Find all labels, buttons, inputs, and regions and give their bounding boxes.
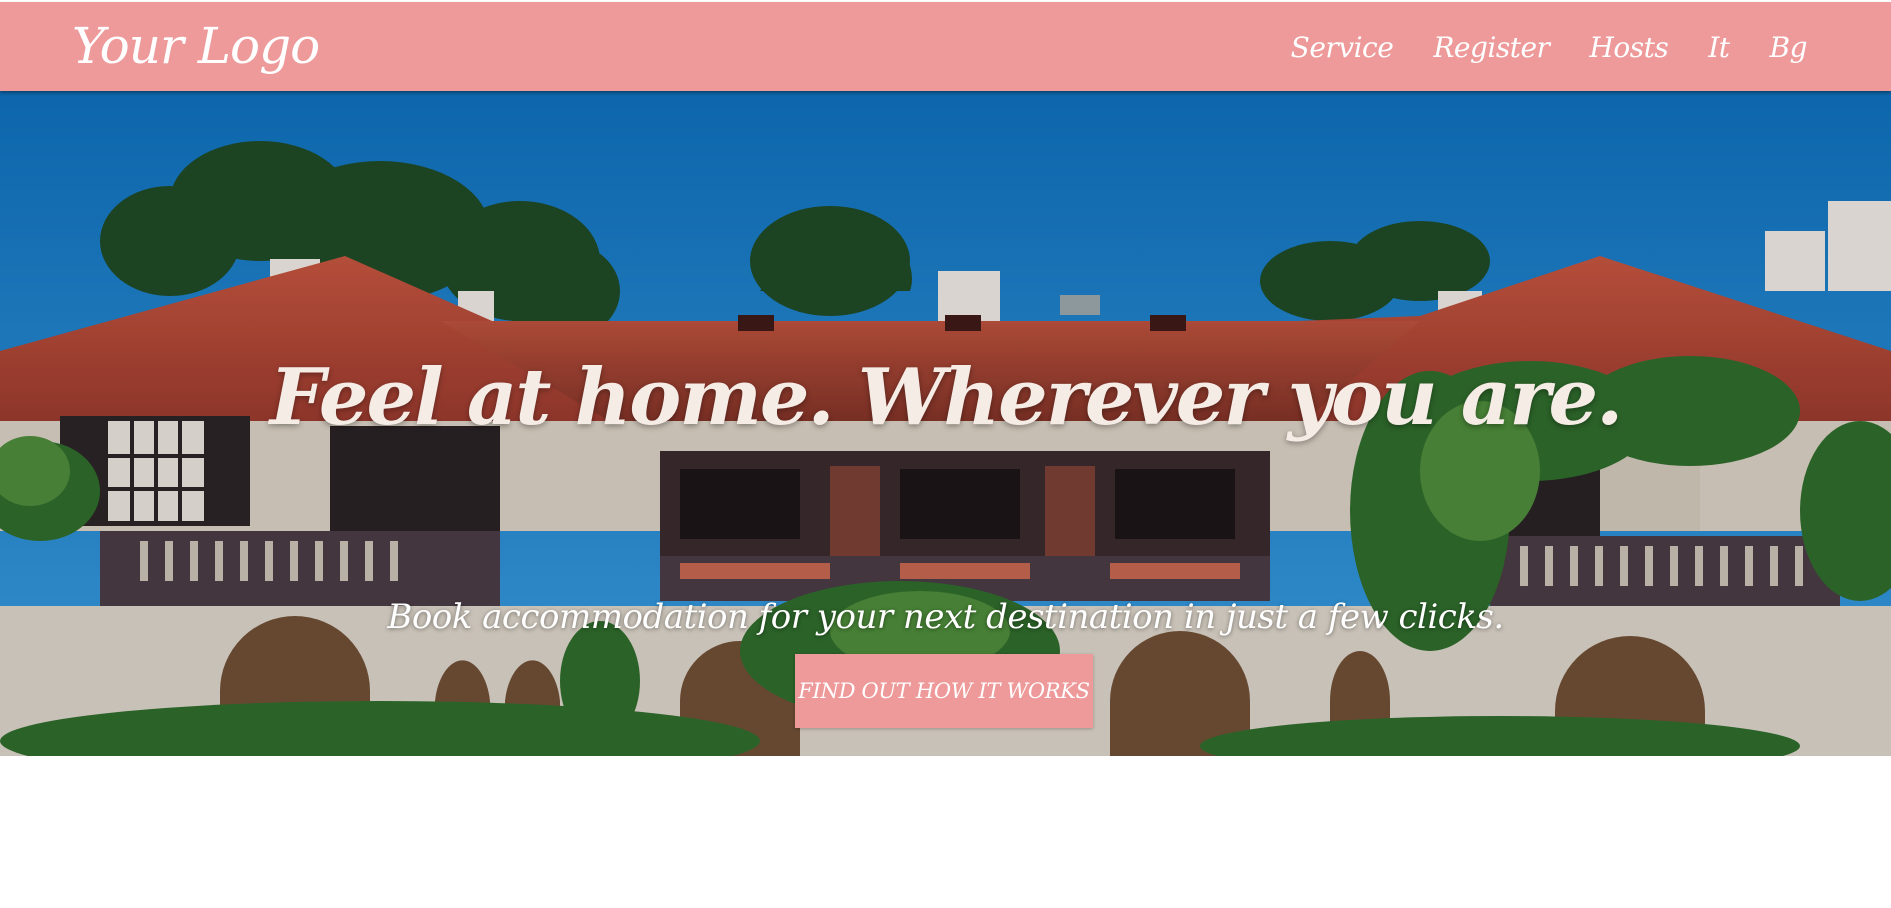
nav-item-service[interactable]: Service [1291,28,1394,68]
hero-section: Feel at home. Wherever you are. Book acc… [0,91,1891,756]
nav-item-bg[interactable]: Bg [1770,28,1808,68]
logo[interactable]: Your Logo [72,14,320,78]
nav-item-it[interactable]: It [1708,28,1730,68]
nav-item-register[interactable]: Register [1433,28,1550,68]
landing-page: Your Logo Service Register Hosts It Bg F… [0,0,1891,908]
site-header: Your Logo Service Register Hosts It Bg [0,2,1891,91]
hero-subtitle: Book accommodation for your next destina… [387,597,1504,637]
main-nav: Service Register Hosts It Bg [1291,28,1808,68]
find-out-how-it-works-button[interactable]: FIND OUT HOW IT WORKS [795,654,1093,728]
nav-item-hosts[interactable]: Hosts [1589,28,1668,68]
hero-title: Feel at home. Wherever you are. [269,352,1624,444]
